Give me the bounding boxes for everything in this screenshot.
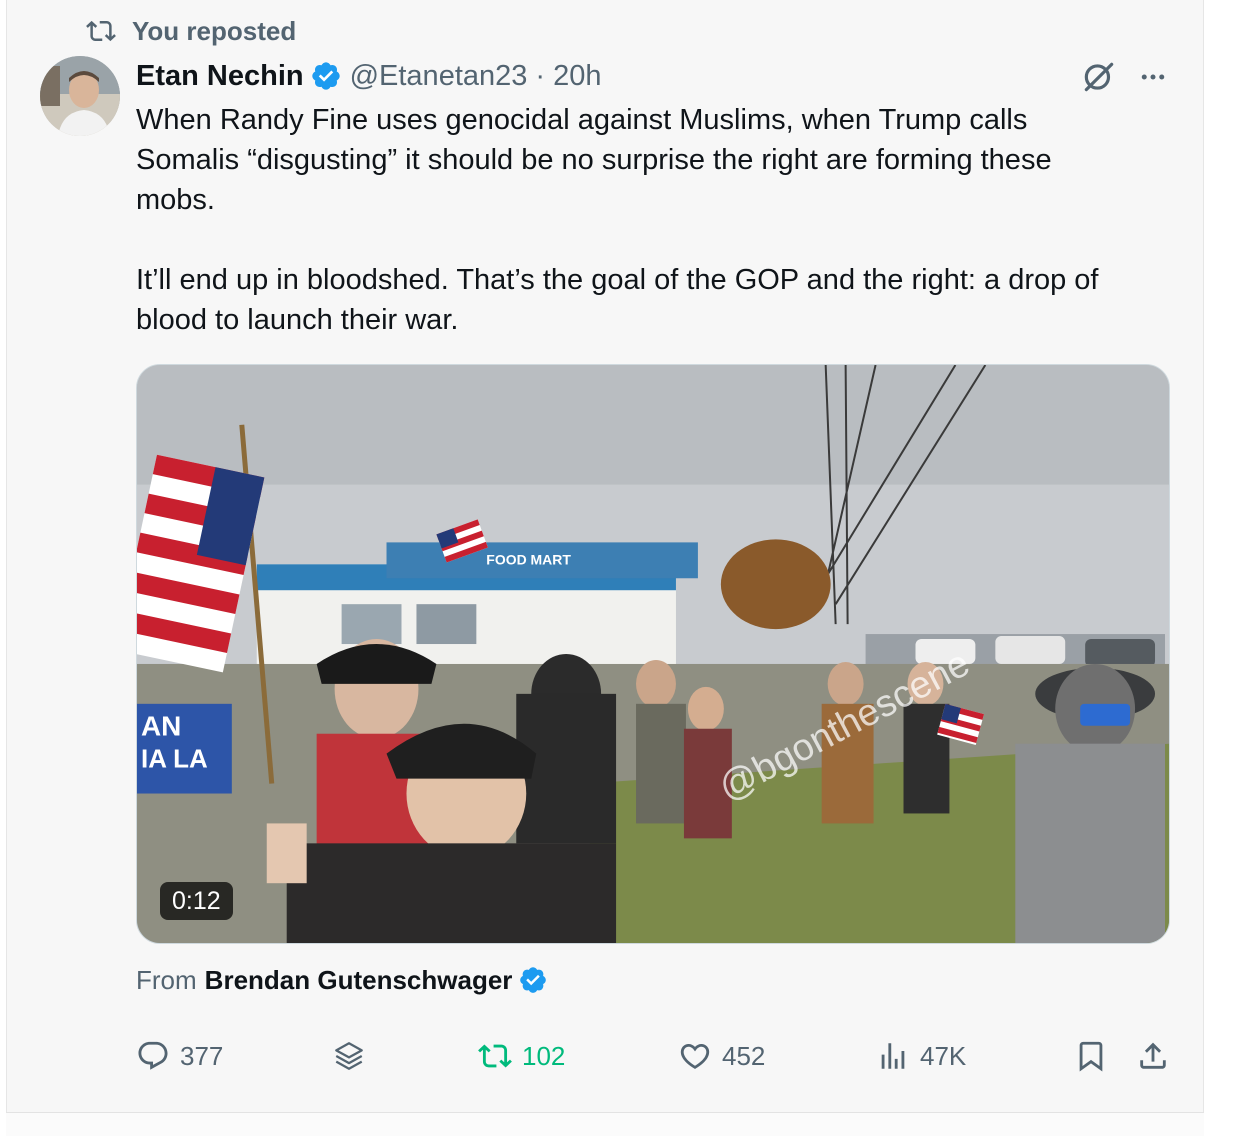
- like-count: 452: [722, 1040, 766, 1071]
- layers-icon: [335, 1042, 363, 1070]
- share-icon: [1140, 1042, 1166, 1069]
- repost-count: 102: [522, 1040, 566, 1071]
- media-source: From Brendan Gutenschwager: [136, 960, 548, 1000]
- source-name[interactable]: Brendan Gutenschwager: [205, 965, 513, 996]
- grok-layers-button[interactable]: [332, 1036, 376, 1076]
- reply-icon: [138, 1041, 168, 1070]
- source-prefix: From: [136, 964, 197, 995]
- verified-badge-icon[interactable]: [518, 965, 548, 995]
- avatar-photo: [40, 56, 120, 136]
- bookmark-icon: [1079, 1041, 1103, 1072]
- banner-line-2: IA LA: [141, 746, 208, 774]
- verified-badge-icon[interactable]: [310, 60, 342, 92]
- share-button[interactable]: [1136, 1036, 1180, 1076]
- separator-dot: ·: [535, 59, 546, 92]
- like-button[interactable]: 452: [678, 1036, 765, 1076]
- tweet-text: When Randy Fine uses genocidal against M…: [136, 104, 1099, 336]
- repost-header: You reposted: [86, 14, 296, 48]
- timestamp[interactable]: 20h: [553, 60, 601, 93]
- heart-icon: [680, 1043, 710, 1069]
- repost-icon: [86, 20, 116, 42]
- reply-button[interactable]: 377: [136, 1036, 223, 1076]
- avatar[interactable]: [40, 56, 120, 136]
- grok-icon[interactable]: [1080, 58, 1118, 96]
- repost-label: You reposted: [132, 15, 297, 46]
- banner-line-1: AN: [141, 711, 181, 742]
- reply-count: 377: [180, 1040, 224, 1071]
- video-player[interactable]: FOOD MART AN IA LA: [136, 364, 1170, 944]
- more-options-icon[interactable]: [1136, 62, 1170, 92]
- views-button[interactable]: 47K: [876, 1036, 966, 1076]
- author-handle[interactable]: @Etanetan23: [350, 60, 528, 93]
- repost-icon: [478, 1044, 512, 1068]
- author-name[interactable]: Etan Nechin: [136, 60, 304, 93]
- video-duration: 0:12: [160, 882, 233, 920]
- tweet-header: Etan Nechin @Etanetan23 · 20h: [136, 56, 601, 96]
- views-icon: [881, 1043, 905, 1069]
- next-tweet-peek: [6, 1113, 1204, 1136]
- view-count: 47K: [920, 1040, 967, 1071]
- repost-button[interactable]: 102: [478, 1036, 565, 1076]
- store-sign: FOOD MART: [486, 551, 571, 567]
- bookmark-button[interactable]: [1074, 1036, 1118, 1076]
- video-thumbnail: FOOD MART AN IA LA: [137, 365, 1169, 943]
